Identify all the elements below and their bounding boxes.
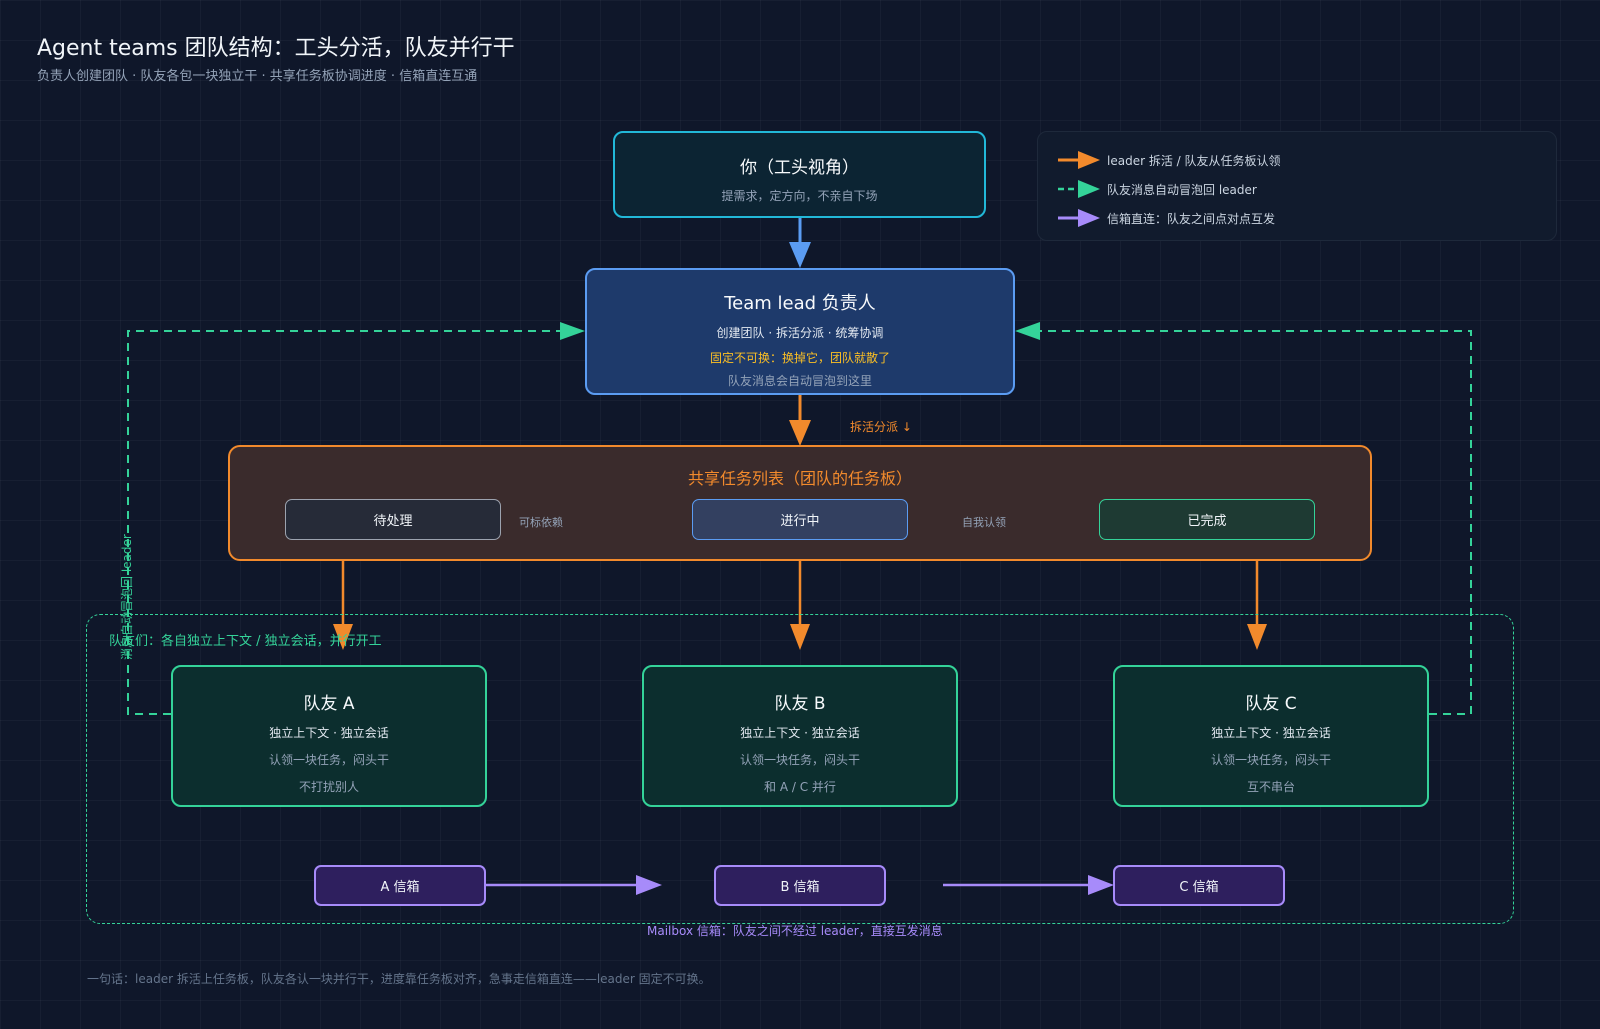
legend-label-assign: leader 拆活 / 队友从任务板认领 bbox=[1107, 154, 1281, 168]
hint-self-claim: 自我认领 bbox=[962, 516, 1006, 529]
legend: leader 拆活 / 队友从任务板认领 队友消息自动冒泡回 leader 信箱… bbox=[1037, 131, 1557, 241]
teammates-group-label: 队友们：各自独立上下文 / 独立会话，并行开工 bbox=[109, 634, 382, 649]
page-subtitle: 负责人创建团队 · 队友各包一块独立干 · 共享任务板协调进度 · 信箱直连互通 bbox=[37, 69, 478, 84]
teammate-task: 认领一块任务，闷头干 bbox=[268, 753, 389, 767]
hint-dependency: 可标依赖 bbox=[519, 516, 563, 529]
teammate-note: 不打扰别人 bbox=[298, 780, 359, 794]
task-state-in-progress: 进行中 bbox=[692, 499, 908, 540]
node-team-lead: Team lead 负责人 创建团队 · 拆活分派 · 统筹协调 固定不可换：换… bbox=[585, 268, 1015, 395]
teammate-context: 独立上下文 · 独立会话 bbox=[269, 726, 389, 740]
bubble-line-left-head bbox=[560, 322, 585, 340]
mailbox-b: B 信箱 bbox=[714, 865, 886, 906]
teammate-name: 队友 C bbox=[1245, 694, 1297, 714]
teammate-context: 独立上下文 · 独立会话 bbox=[740, 726, 860, 740]
page-title: Agent teams 团队结构：工头分活，队友并行干 bbox=[37, 36, 515, 61]
task-state-done: 已完成 bbox=[1099, 499, 1315, 540]
teammate-note: 和 A / C 并行 bbox=[764, 780, 836, 794]
teammate-note: 互不串台 bbox=[1246, 780, 1295, 794]
node-team-lead-warning: 固定不可换：换掉它，团队就散了 bbox=[709, 351, 890, 365]
arrow-lead-to-board-head bbox=[789, 420, 811, 446]
footer-summary: 一句话：leader 拆活上任务板，队友各认一块并行干，进度靠任务板对齐，急事走… bbox=[87, 972, 711, 986]
legend-arrow-bubble-icon bbox=[1078, 180, 1100, 198]
node-team-lead-bubble-note: 队友消息会自动冒泡到这里 bbox=[727, 374, 872, 388]
task-state-pending: 待处理 bbox=[285, 499, 501, 540]
node-teammate-b: 队友 B 独立上下文 · 独立会话 认领一块任务，闷头干 和 A / C 并行 bbox=[642, 665, 958, 807]
mailbox-c: C 信箱 bbox=[1113, 865, 1285, 906]
node-you: 你（工头视角） 提需求，定方向，不亲自下场 bbox=[613, 131, 986, 218]
teammate-context: 独立上下文 · 独立会话 bbox=[1211, 726, 1331, 740]
arrow-you-to-lead-head bbox=[789, 242, 811, 268]
node-you-title: 你（工头视角） bbox=[740, 158, 859, 178]
shared-task-board-title: 共享任务列表（团队的任务板） bbox=[687, 469, 912, 488]
node-teammate-c: 队友 C 独立上下文 · 独立会话 认领一块任务，闷头干 互不串台 bbox=[1113, 665, 1429, 807]
node-you-desc: 提需求，定方向，不亲自下场 bbox=[721, 189, 878, 203]
node-teammate-a: 队友 A 独立上下文 · 独立会话 认领一块任务，闷头干 不打扰别人 bbox=[171, 665, 487, 807]
mailbox-a: A 信箱 bbox=[314, 865, 486, 906]
mailbox-caption: Mailbox 信箱：队友之间不经过 leader，直接互发消息 bbox=[647, 924, 943, 938]
legend-label-mailbox: 信箱直连：队友之间点对点互发 bbox=[1107, 212, 1276, 226]
teammate-name: 队友 B bbox=[774, 694, 826, 714]
teammate-task: 认领一块任务，闷头干 bbox=[739, 753, 860, 767]
bubble-line-right-head bbox=[1015, 322, 1040, 340]
legend-arrow-assign-icon bbox=[1078, 151, 1100, 169]
assign-arrow-label: 拆活分派 ↓ bbox=[850, 420, 912, 434]
bubble-up-label: 消息自动冒泡回 leader bbox=[120, 534, 134, 660]
legend-label-bubble: 队友消息自动冒泡回 leader bbox=[1107, 183, 1257, 197]
node-team-lead-role: 创建团队 · 拆活分派 · 统筹协调 bbox=[716, 326, 884, 340]
teammate-task: 认领一块任务，闷头干 bbox=[1210, 753, 1331, 767]
node-team-lead-title: Team lead 负责人 bbox=[724, 293, 876, 314]
teammate-name: 队友 A bbox=[303, 694, 355, 714]
legend-arrow-mailbox-icon bbox=[1078, 209, 1100, 227]
